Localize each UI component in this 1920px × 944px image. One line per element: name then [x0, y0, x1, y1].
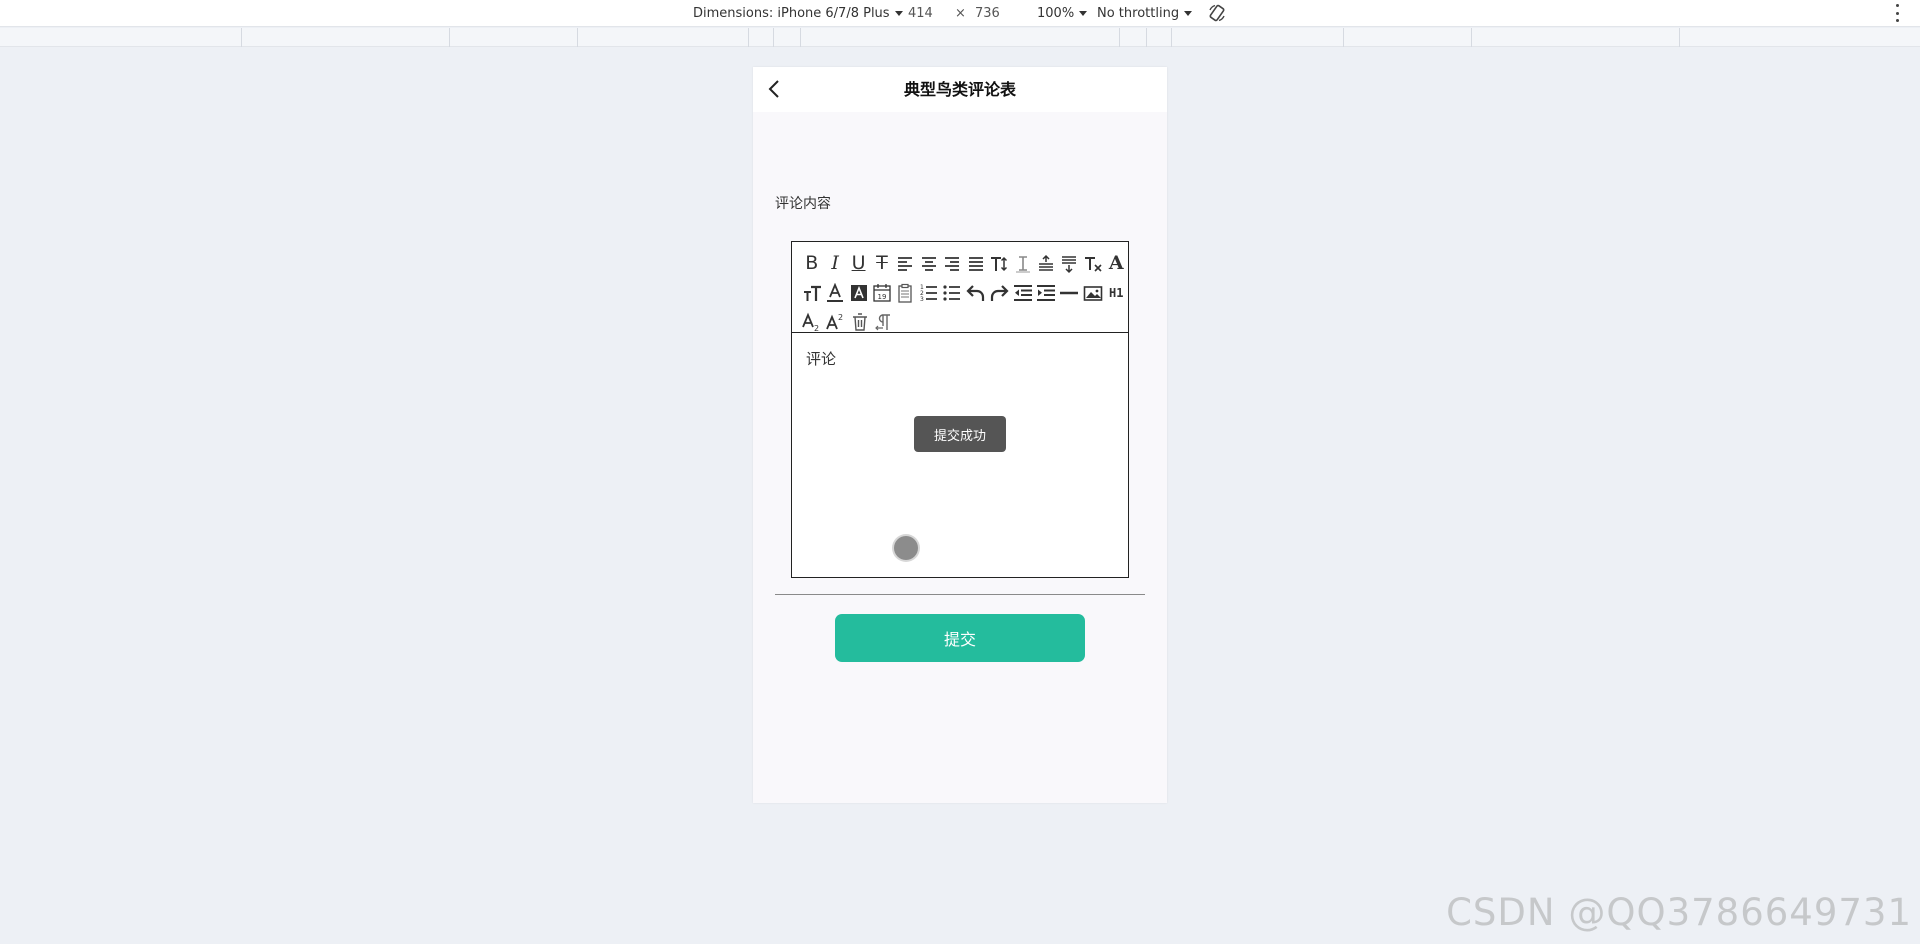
line-height-icon[interactable] — [1011, 252, 1034, 276]
align-left-icon[interactable] — [894, 252, 917, 276]
outdent-icon[interactable] — [1011, 281, 1034, 305]
ordered-list-icon[interactable]: 123 — [917, 281, 940, 305]
superscript-icon[interactable]: 2 — [824, 310, 848, 333]
field-label: 评论内容 — [775, 196, 831, 212]
throttling-label: No throttling — [1097, 6, 1180, 21]
nav-bar: 典型鸟类评论表 — [753, 67, 1167, 112]
align-justify-icon[interactable] — [964, 252, 987, 276]
heading-icon[interactable]: H1 — [1104, 281, 1127, 305]
watermark: CSDN @QQ3786649731 — [1446, 891, 1912, 934]
touch-cursor-indicator — [894, 536, 918, 560]
bold-icon[interactable]: B — [800, 252, 823, 276]
editor-content[interactable]: 评论 — [792, 334, 1128, 577]
redo-icon[interactable] — [987, 281, 1010, 305]
font-size-icon[interactable] — [987, 252, 1010, 276]
editor-toolbar: B I U T A 19 123 H1 2 2 — [792, 242, 1128, 333]
rotate-icon[interactable] — [1207, 3, 1227, 23]
horizontal-rule-icon[interactable] — [1058, 281, 1081, 305]
svg-text:2: 2 — [838, 313, 843, 322]
height-input[interactable]: 736 — [975, 6, 1000, 21]
paragraph-icon[interactable] — [872, 310, 896, 333]
subscript-icon[interactable]: 2 — [800, 310, 824, 333]
background-color-icon[interactable] — [847, 281, 870, 305]
indent-bottom-icon[interactable] — [1058, 252, 1081, 276]
text-size-icon[interactable] — [800, 281, 823, 305]
date-icon[interactable]: 19 — [870, 281, 893, 305]
font-family-icon[interactable]: A — [1104, 252, 1127, 276]
undo-icon[interactable] — [964, 281, 987, 305]
width-input[interactable]: 414 — [908, 6, 933, 21]
device-viewport: 典型鸟类评论表 评论内容 B I U T A 19 1 2 3 H1 2 2 评… — [753, 67, 1167, 803]
chevron-down-icon — [894, 11, 903, 16]
clipboard-icon[interactable] — [894, 281, 917, 305]
svg-text:2: 2 — [814, 324, 819, 332]
align-center-icon[interactable] — [917, 252, 940, 276]
more-options-icon[interactable] — [1894, 4, 1900, 22]
delete-icon[interactable] — [848, 310, 872, 333]
unordered-list-icon[interactable] — [941, 281, 964, 305]
svg-text:3: 3 — [920, 296, 924, 303]
success-toast: 提交成功 — [914, 416, 1006, 452]
indent-top-icon[interactable] — [1034, 252, 1057, 276]
device-select[interactable]: Dimensions: iPhone 6/7/8 Plus — [693, 6, 903, 21]
clear-format-icon[interactable] — [1081, 252, 1104, 276]
align-right-icon[interactable] — [941, 252, 964, 276]
times-sign: × — [955, 6, 966, 21]
image-icon[interactable] — [1081, 281, 1104, 305]
chevron-down-icon — [1184, 11, 1193, 16]
font-color-icon[interactable] — [823, 281, 846, 305]
rich-text-editor: B I U T A 19 123 H1 2 2 评论 — [791, 241, 1129, 578]
italic-icon[interactable]: I — [823, 252, 846, 276]
underline-icon[interactable]: U — [847, 252, 870, 276]
back-button[interactable] — [763, 77, 787, 101]
media-query-ruler — [0, 28, 1920, 47]
submit-button[interactable]: 提交 — [835, 614, 1085, 662]
chevron-down-icon — [1079, 11, 1088, 16]
zoom-label: 100% — [1037, 6, 1075, 21]
zoom-select[interactable]: 100% — [1037, 6, 1088, 21]
throttling-select[interactable]: No throttling — [1097, 6, 1193, 21]
indent-icon[interactable] — [1034, 281, 1057, 305]
devtools-device-toolbar: Dimensions: iPhone 6/7/8 Plus 414 × 736 … — [0, 0, 1920, 27]
strikethrough-icon[interactable]: T — [870, 252, 893, 276]
chevron-left-icon — [768, 80, 779, 98]
divider — [775, 594, 1145, 595]
page-title: 典型鸟类评论表 — [903, 80, 1016, 99]
svg-text:19: 19 — [878, 293, 887, 301]
device-select-label: Dimensions: iPhone 6/7/8 Plus — [693, 6, 890, 21]
